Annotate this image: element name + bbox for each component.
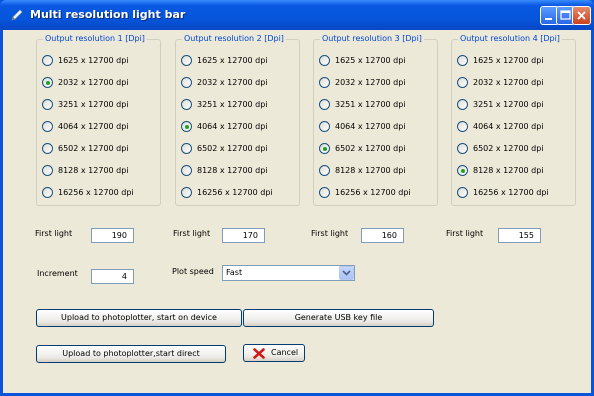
radio-button-checked[interactable] [319,143,330,154]
resolution-option-label: 2032 x 12700 dpi [197,78,268,87]
cancel-label: Cancel [271,348,299,357]
close-button[interactable] [572,6,591,25]
resolution-option-label: 2032 x 12700 dpi [58,78,129,87]
pencil-icon [11,9,23,21]
resolution-option-label: 3251 x 12700 dpi [335,100,406,109]
radio-button[interactable] [319,121,330,132]
resolution-option-label: 6502 x 12700 dpi [197,144,268,153]
first-light-input-4[interactable]: 155 [498,228,541,243]
resolution-option-label: 4064 x 12700 dpi [335,122,406,131]
radio-button[interactable] [457,187,468,198]
first-light-input-2[interactable]: 170 [222,228,265,243]
radio-button[interactable] [42,165,53,176]
resolution-option-label: 16256 x 12700 dpi [197,188,273,197]
first-light-label: First light [35,229,73,238]
radio-button[interactable] [181,143,192,154]
resolution-option-label: 2032 x 12700 dpi [473,78,544,87]
first-light-label: First light [173,229,211,238]
resolution-option-label: 8128 x 12700 dpi [197,166,268,175]
resolution-option-label: 6502 x 12700 dpi [335,144,406,153]
dropdown-button[interactable] [339,266,354,280]
group-legend: Output resolution 3 [Dpi] [320,34,424,43]
group-legend: Output resolution 1 [Dpi] [43,34,147,43]
radio-button[interactable] [319,165,330,176]
radio-button[interactable] [42,121,53,132]
resolution-group-2: Output resolution 2 [Dpi] 1625 x 12700 dp… [175,34,300,206]
radio-button[interactable] [457,99,468,110]
radio-button[interactable] [181,187,192,198]
resolution-group-4: Output resolution 4 [Dpi] 1625 x 12700 dp… [451,34,576,206]
chevron-down-icon [342,270,351,276]
resolution-option-label: 1625 x 12700 dpi [335,56,406,65]
resolution-option-label: 3251 x 12700 dpi [473,100,544,109]
first-light-input-3[interactable]: 160 [361,228,404,243]
resolution-option-label: 8128 x 12700 dpi [335,166,406,175]
radio-button-checked[interactable] [181,121,192,132]
resolution-option-label: 1625 x 12700 dpi [197,56,268,65]
radio-button[interactable] [181,77,192,88]
group-legend: Output resolution 2 [Dpi] [182,34,286,43]
radio-button[interactable] [319,55,330,66]
close-icon [577,11,586,20]
radio-button[interactable] [181,165,192,176]
resolution-option-label: 8128 x 12700 dpi [58,166,129,175]
resolution-option-label: 16256 x 12700 dpi [473,188,549,197]
increment-input[interactable]: 4 [91,269,134,284]
resolution-option-label: 6502 x 12700 dpi [473,144,544,153]
resolution-option-label: 8128 x 12700 dpi [473,166,544,175]
first-light-input-1[interactable]: 190 [91,228,134,243]
title-bar[interactable]: Multi resolution light bar [0,0,594,30]
first-light-label: First light [446,229,484,238]
radio-button[interactable] [42,99,53,110]
first-light-label: First light [311,229,349,238]
radio-button[interactable] [319,99,330,110]
radio-button[interactable] [457,77,468,88]
radio-button[interactable] [319,77,330,88]
resolution-group-1: Output resolution 1 [Dpi] 1625 x 12700 dp… [36,34,161,206]
upload-start-direct-button[interactable]: Upload to photoplotter,start direct [36,345,226,363]
resolution-option-label: 3251 x 12700 dpi [58,100,129,109]
plot-speed-label: Plot speed [172,267,214,276]
radio-button-checked[interactable] [42,77,53,88]
radio-button[interactable] [457,121,468,132]
resolution-option-label: 16256 x 12700 dpi [335,188,411,197]
resolution-option-label: 4064 x 12700 dpi [473,122,544,131]
resolution-option-label: 3251 x 12700 dpi [197,100,268,109]
red-x-icon [253,348,265,359]
plot-speed-value: Fast [226,268,243,277]
resolution-option-label: 4064 x 12700 dpi [58,122,129,131]
radio-button[interactable] [42,187,53,198]
radio-button[interactable] [42,143,53,154]
cancel-button[interactable]: Cancel [243,344,305,362]
app-window: Multi resolution light bar Output resolu… [0,0,594,396]
resolution-option-label: 2032 x 12700 dpi [335,78,406,87]
group-legend: Output resolution 4 [Dpi] [458,34,562,43]
resolution-group-3: Output resolution 3 [Dpi] 1625 x 12700 dp… [313,34,438,206]
radio-button[interactable] [319,187,330,198]
client-area: Output resolution 1 [Dpi] 1625 x 12700 dp… [3,30,591,393]
radio-button[interactable] [181,55,192,66]
window-title: Multi resolution light bar [30,8,186,21]
resolution-option-label: 4064 x 12700 dpi [197,122,268,131]
generate-usb-key-file-button[interactable]: Generate USB key file [243,309,434,327]
radio-button[interactable] [42,55,53,66]
radio-button-checked[interactable] [457,165,468,176]
resolution-option-label: 1625 x 12700 dpi [473,56,544,65]
upload-start-on-device-button[interactable]: Upload to photoplotter, start on device [36,309,242,327]
resolution-option-label: 16256 x 12700 dpi [58,188,134,197]
radio-button[interactable] [457,55,468,66]
plot-speed-select[interactable]: Fast [222,265,355,281]
radio-button[interactable] [181,99,192,110]
resolution-option-label: 1625 x 12700 dpi [58,56,129,65]
resolution-option-label: 6502 x 12700 dpi [58,144,129,153]
radio-button[interactable] [457,143,468,154]
increment-label: Increment [37,269,78,278]
